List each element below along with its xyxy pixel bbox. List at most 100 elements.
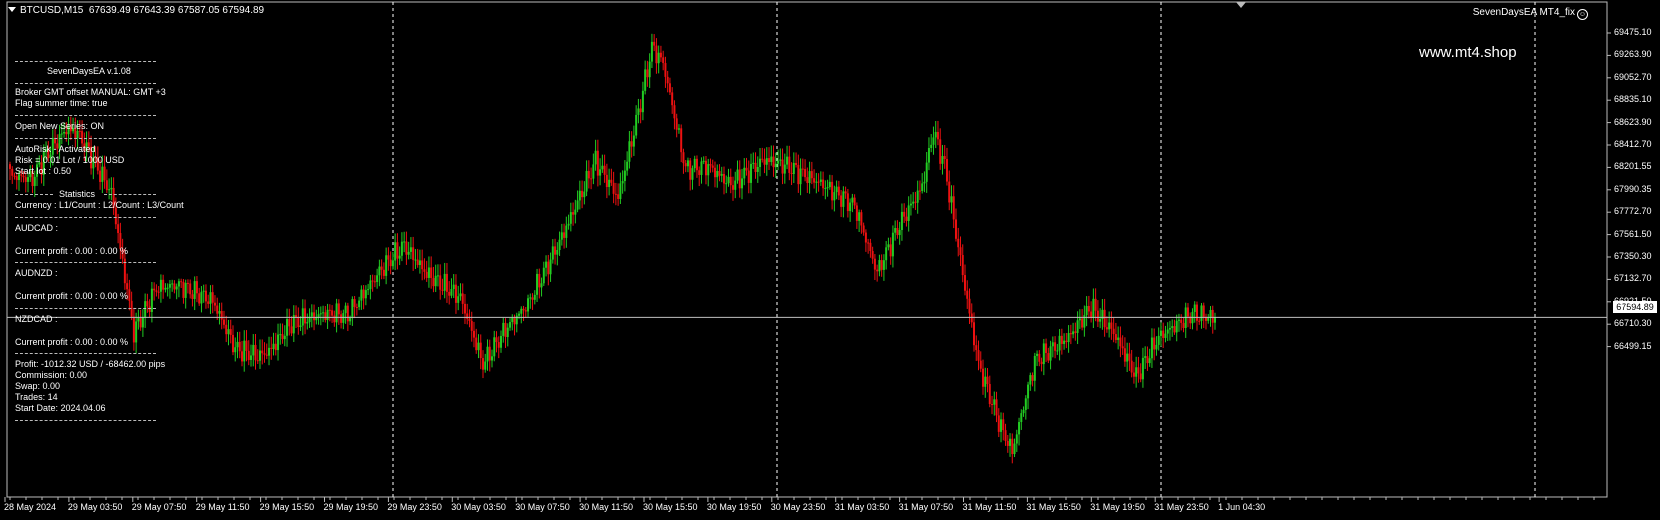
candle-body	[695, 158, 698, 171]
candle-body	[326, 309, 329, 321]
candle-body	[186, 282, 189, 284]
pair-label: AUDCAD :	[15, 223, 59, 233]
candle-body	[213, 302, 216, 306]
candle-body	[333, 315, 336, 323]
candle-body	[862, 225, 865, 233]
candle-body	[675, 118, 678, 130]
candle-body	[1168, 327, 1171, 330]
candle-body	[968, 298, 971, 314]
candle-body	[288, 319, 291, 327]
candle-body	[822, 179, 825, 189]
candle-body	[668, 83, 671, 93]
candle-body	[628, 141, 631, 162]
candle-body	[894, 228, 897, 233]
candle-body	[817, 181, 820, 183]
candle-body	[630, 141, 633, 147]
open-new-series: Open New Series: ON	[15, 121, 105, 131]
candle-body	[810, 171, 813, 179]
candle-body	[587, 170, 590, 179]
candle-body	[1126, 353, 1129, 362]
pair-profit: Current profit : 0.00 : 0.00 %	[15, 337, 129, 347]
candle-body	[988, 384, 991, 405]
broker-offset: Broker GMT offset MANUAL: GMT +3	[15, 87, 166, 97]
candle-body	[491, 356, 493, 361]
candle-body	[704, 160, 707, 176]
candle-body	[646, 69, 649, 78]
candle-body	[1128, 353, 1131, 361]
candle-body	[689, 160, 692, 180]
candle-body	[1015, 434, 1018, 444]
candle-body	[1202, 305, 1205, 317]
candle-body	[511, 317, 514, 323]
candle-body	[741, 178, 744, 189]
candle-body	[900, 211, 903, 231]
candle-body	[855, 205, 858, 221]
candle-body	[247, 350, 250, 360]
candle-body	[468, 318, 471, 321]
candle-body	[416, 259, 419, 266]
candle-body	[452, 284, 455, 290]
x-tick-label: 30 May 19:50	[706, 502, 762, 512]
candle-body	[801, 168, 804, 170]
candle-body	[279, 334, 282, 336]
candle-body	[1006, 440, 1009, 446]
candle-body	[1011, 438, 1014, 455]
candle-body	[1166, 329, 1169, 334]
candle-body	[927, 148, 930, 163]
candle-body	[1146, 356, 1149, 364]
candle-body	[828, 181, 831, 188]
candle-body	[421, 260, 424, 270]
candle-body	[479, 342, 482, 359]
candle-body	[486, 346, 489, 362]
divider	[15, 138, 156, 139]
candle-body	[1058, 335, 1061, 351]
price-chart[interactable]	[0, 0, 1660, 520]
candle-body	[306, 322, 309, 324]
total-profit: Profit: -1012.32 USD / -68462.00 pips	[15, 359, 166, 369]
ea-name: SevenDaysEA MT4_fix	[1472, 7, 1575, 18]
expert-advisor-label[interactable]: SevenDaysEA MT4_fix ☺	[1473, 7, 1588, 20]
candle-body	[385, 255, 388, 276]
start-date: Start Date: 2024.04.06	[15, 403, 106, 413]
smiley-icon[interactable]: ☺	[1577, 9, 1588, 20]
candle-body	[407, 251, 410, 255]
candle-body	[355, 307, 358, 309]
candle-body	[662, 57, 665, 64]
candle-body	[536, 273, 539, 295]
candle-body	[556, 249, 559, 255]
candle-body	[1074, 331, 1077, 333]
candle-body	[144, 301, 147, 318]
candle-body	[1018, 422, 1021, 435]
candle-body	[218, 311, 221, 314]
candle-body	[590, 178, 593, 180]
candle-body	[934, 131, 937, 138]
candle-body	[558, 239, 561, 250]
candle-body	[162, 279, 165, 290]
candle-body	[979, 360, 982, 369]
candle-body	[405, 241, 408, 255]
candle-body	[991, 404, 994, 406]
candle-body	[664, 63, 667, 77]
candle-body	[394, 242, 397, 261]
candle-body	[603, 165, 606, 175]
candle-body	[101, 166, 104, 182]
x-tick-label: 30 May 15:50	[643, 502, 698, 512]
candle-body	[889, 244, 892, 257]
divider	[15, 420, 156, 421]
pair-profit: Current profit : 0.00 : 0.00 %	[15, 246, 129, 256]
candle-body	[1200, 305, 1203, 321]
panel-title: SevenDaysEA v.1.08	[47, 66, 131, 76]
candle-body	[574, 209, 577, 215]
candle-body	[686, 160, 689, 167]
candle-body	[414, 259, 417, 261]
candle-body	[141, 317, 144, 328]
candle-body	[1004, 430, 1007, 441]
x-tick-label: 29 May 07:50	[131, 502, 187, 512]
candle-body	[673, 105, 676, 119]
candle-body	[1112, 328, 1115, 335]
candle-body	[745, 167, 748, 171]
candle-body	[295, 315, 298, 317]
chevron-down-icon[interactable]	[8, 7, 16, 12]
candle-body	[299, 325, 302, 328]
candle-body	[484, 361, 487, 370]
